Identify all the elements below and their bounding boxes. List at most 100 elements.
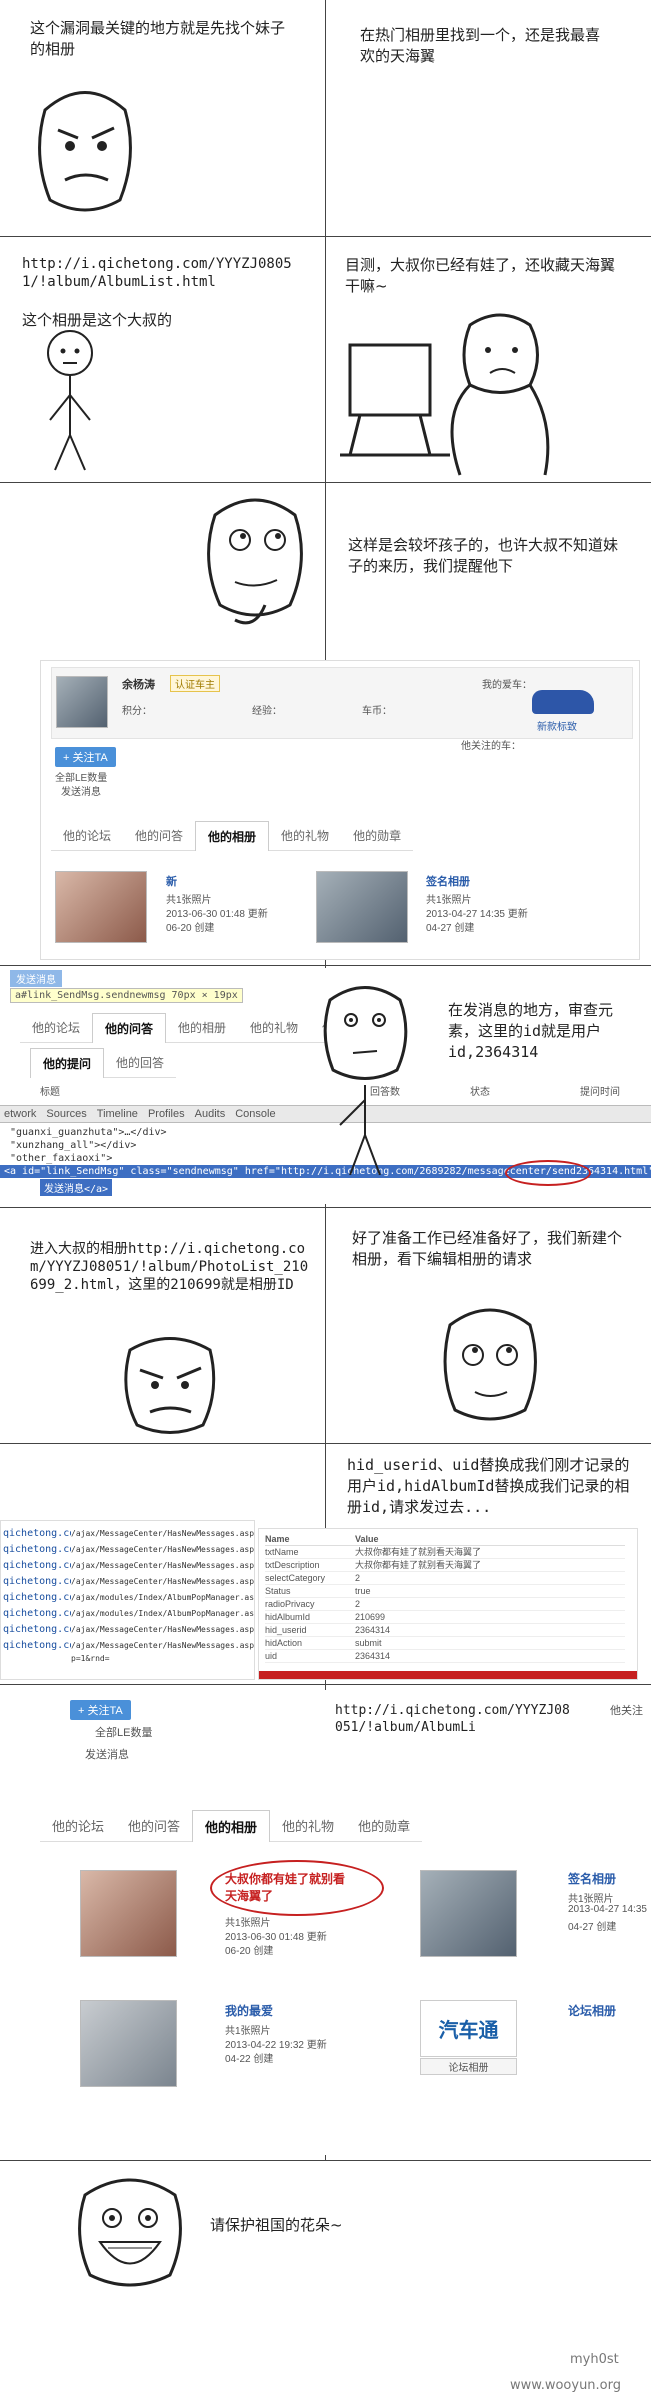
selected-element-close: 发送消息</a> [40,1179,113,1196]
param-value: 2 [355,1573,361,1583]
rage-face-hopeful-icon [443,1308,537,1421]
stat-exp: 经验： [252,706,282,717]
profile-screenshot: 余杨涛 认证车主 积分： 经验： 车币： 我的爱车： 新款标致 + 关注TA 全… [40,660,640,960]
tab-gift[interactable]: 他的礼物 [238,1013,311,1043]
album-count: 共1张照片 [568,1894,614,1905]
stat-coins: 车币： [362,706,392,717]
tab-forum[interactable]: 他的论坛 [51,821,124,851]
tab-my-answers[interactable]: 他的回答 [104,1048,177,1078]
request-url: qichetong.com [3,1607,82,1620]
album-count: 共1张照片 [225,1918,271,1929]
album-thumb[interactable] [420,1870,517,1957]
rage-face-forever-alone-icon [78,2178,182,2287]
logo-text: 汽车通 [438,2020,499,2042]
tab-gift[interactable]: 他的礼物 [269,821,342,851]
send-message-link[interactable]: 发送消息 [61,783,101,798]
devtools-tab[interactable]: etwork [4,1108,36,1120]
stats-link[interactable]: 全部LE数量 [95,1724,152,1740]
rage-face-thinking-icon [207,498,303,625]
forum-album-button[interactable]: 论坛相册 [420,2058,517,2075]
inspect-tooltip: a#link_SendMsg.sendnewmsg 70px × 19px [10,988,243,1003]
panel5-caption: 这样是会较坏孩子的，也许大叔不知道妹子的来历，我们提醒他下 [348,536,619,575]
certified-badge: 认证车主 [170,675,220,692]
panel2-caption: 在热门相册里找到一个，还是我最喜欢的天海翼 [360,26,601,65]
tab-forum[interactable]: 他的论坛 [40,1810,117,1842]
param-name: hidAlbumId [265,1612,311,1622]
album-title[interactable]: 新 [166,873,177,889]
panel9-caption: 好了准备工作已经准备好了，我们新建个相册，看下编辑相册的请求 [352,1229,623,1268]
qa-subtabs: 他的提问 他的回答 [30,1048,177,1078]
dom-line: "xunzhang_all"></div> [10,1139,137,1152]
request-url: /ajax/modules/Index/AlbumPopManager.ashx [71,1607,254,1620]
album-title[interactable]: 签名相册 [568,1870,616,1887]
album-created: 04-22 创建 [225,2054,274,2065]
tab-my-questions[interactable]: 他的提问 [30,1048,105,1078]
panel-divider [0,2160,651,2161]
album-date: 2013-04-27 14:35 更新 [426,909,528,920]
album-date: 2013-06-30 01:48 更新 [225,1932,327,1943]
album-thumb[interactable] [80,1870,177,1957]
col-title: 标题 [40,1087,60,1098]
rage-face-determined-icon [124,1337,216,1434]
rage-face-suspicious-icon [323,986,408,1175]
tab-album[interactable]: 他的相册 [166,1013,239,1043]
request-url: /ajax/MessageCenter/HasNewMessages.aspx?… [71,1639,254,1665]
request-url: qichetong.com [3,1575,82,1588]
panel-divider [0,1207,651,1208]
album-title[interactable]: 论坛相册 [568,2002,616,2019]
album-title[interactable]: 签名相册 [426,873,470,889]
param-value: 2364314 [355,1651,391,1661]
stats-link[interactable]: 全部LE数量 [55,769,107,784]
request-url: /ajax/modules/Index/AlbumPopManager.ashx [71,1591,254,1604]
qichetong-logo: 汽车通 [420,2000,517,2057]
tab-forum[interactable]: 他的论坛 [20,1013,93,1043]
follow-button[interactable]: + 关注TA [55,747,116,767]
album-thumb[interactable] [80,2000,177,2087]
album-thumb[interactable] [316,871,408,943]
profile-header: 余杨涛 认证车主 积分： 经验： 车币： 我的爱车： 新款标致 [51,667,633,739]
album-count: 共1张照片 [426,895,472,906]
tab-qa[interactable]: 他的问答 [92,1013,167,1043]
param-value: Value [355,1534,379,1544]
request-url: qichetong.com [3,1639,82,1652]
panel10-caption: hid_userid、uid替换成我们刚才记录的用户id,hidAlbumId替… [347,1456,630,1516]
panel13-caption: 请保护祖国的花朵~ [210,2216,343,2234]
follow-button[interactable]: + 关注TA [70,1700,131,1720]
send-message-button[interactable]: 发送消息 [10,970,62,987]
panel-divider [0,482,651,483]
album-date: 2013-04-22 19:32 更新 [225,2040,327,2051]
panel-divider [0,1443,651,1444]
panel-divider [0,965,651,966]
devtools-tab[interactable]: Timeline [97,1108,138,1120]
tab-album[interactable]: 他的相册 [192,1810,271,1842]
send-message-link[interactable]: 发送消息 [85,1746,129,1762]
tab-qa[interactable]: 他的问答 [123,821,196,851]
tab-medal[interactable]: 他的勋章 [346,1810,423,1842]
album-date: 2013-04-27 14:35 [568,1904,647,1915]
request-url: qichetong.com [3,1543,82,1556]
tab-qa[interactable]: 他的问答 [116,1810,193,1842]
col-status: 状态 [470,1087,490,1098]
tab-medal[interactable]: 他的勋章 [341,821,414,851]
tab-gift[interactable]: 他的礼物 [270,1810,347,1842]
tab-album[interactable]: 他的相册 [195,821,270,851]
devtools-tab[interactable]: Profiles [148,1108,185,1120]
album-title[interactable]: 我的最爱 [225,2002,273,2019]
album-thumb[interactable] [55,871,147,943]
devtools-tab[interactable]: Console [235,1108,275,1120]
final-profile-screenshot: + 关注TA 全部LE数量 发送消息 http://i.qichetong.co… [40,1690,651,2155]
devtools-tab[interactable]: Sources [46,1108,86,1120]
request-log-screenshot: qichetong.com /ajax/MessageCenter/HasNew… [0,1520,255,1680]
status-bar [259,1671,637,1679]
devtools-tab[interactable]: Audits [195,1108,226,1120]
param-value: 大叔你都有娃了就别看天海翼了 [355,1547,482,1557]
params-table: Name Value txtName 大叔你都有娃了就别看天海翼了 txtDescr… [265,1533,625,1663]
car-name[interactable]: 新款标致 [537,718,577,733]
param-value: 2 [355,1599,361,1609]
highlight-oval [505,1160,591,1186]
param-value: submit [355,1638,382,1648]
panel7-caption: 在发消息的地方，审查元素，这里的id就是用户id,2364314 [448,1001,614,1061]
dom-line: "guanxi_guanzhuta">…</div> [10,1126,167,1139]
dom-line: "other_faxiaoxi"> [10,1152,113,1165]
param-name: selectCategory [265,1573,326,1583]
